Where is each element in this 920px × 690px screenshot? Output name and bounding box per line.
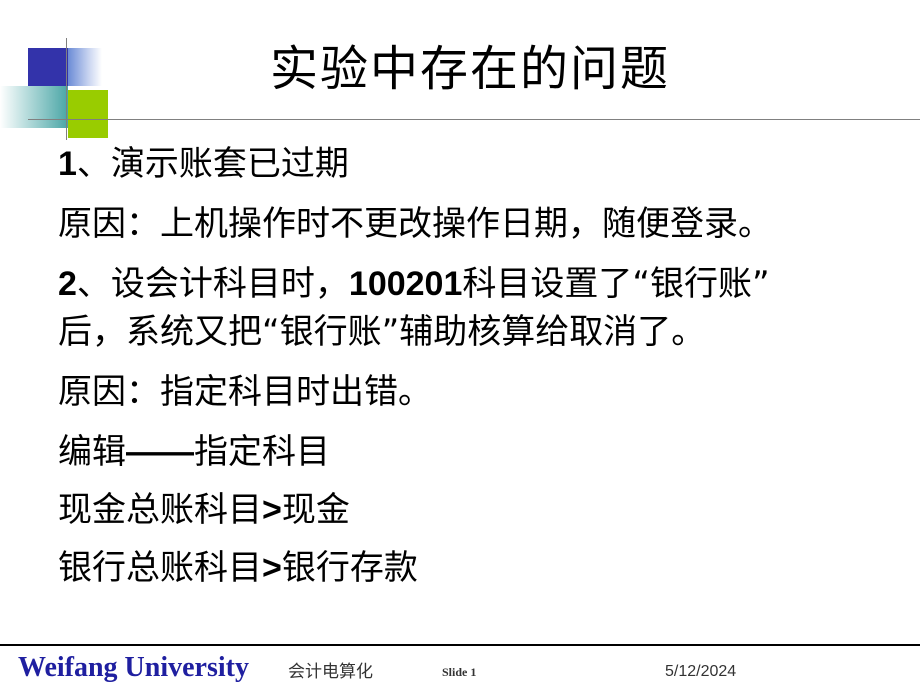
body-line-6: 编辑——指定科目 xyxy=(58,428,330,476)
line-number: 2 xyxy=(58,265,77,303)
line-text-cont: 现金 xyxy=(281,490,350,530)
body-line-5: 原因：指定科目时出错。 xyxy=(58,368,432,416)
footer-course-name: 会计电算化 xyxy=(288,662,373,682)
decor-vertical-line xyxy=(66,38,67,140)
arrow-separator: > xyxy=(262,549,282,587)
decor-square-teal xyxy=(0,86,68,128)
line-number: 1 xyxy=(58,145,77,183)
dash-separator: —— xyxy=(126,433,194,471)
body-line-7: 现金总账科目>现金 xyxy=(58,486,350,534)
decor-square-blue xyxy=(28,48,68,90)
line-text: 、设会计科目时， xyxy=(76,264,349,304)
footer-university: Weifang University xyxy=(18,652,249,683)
footer-divider xyxy=(0,644,920,646)
slide-title: 实验中存在的问题 xyxy=(269,41,670,97)
line-text: 原因：上机操作时不更改操作日期，随便登录。 xyxy=(58,204,772,244)
line-text: 、演示账套已过期 xyxy=(76,144,349,184)
line-text: 银行总账科目 xyxy=(58,548,262,588)
account-code: 100201 xyxy=(348,265,463,303)
decor-square-green xyxy=(68,90,108,138)
body-line-4: 后，系统又把“银行账”辅助核算给取消了。 xyxy=(58,308,705,356)
body-line-1: 1、演示账套已过期 xyxy=(58,140,349,188)
line-text: 原因：指定科目时出错。 xyxy=(58,372,432,412)
arrow-separator: > xyxy=(262,491,282,529)
title-divider xyxy=(28,119,920,120)
body-line-3: 2、设会计科目时，100201科目设置了“银行账” xyxy=(58,260,770,308)
body-line-8: 银行总账科目>银行存款 xyxy=(58,544,418,592)
line-text: 编辑 xyxy=(58,432,126,472)
footer-date: 5/12/2024 xyxy=(665,663,737,680)
line-text-cont: 科目设置了“银行账” xyxy=(462,264,770,304)
line-text-cont: 指定科目 xyxy=(194,432,330,472)
line-text: 现金总账科目 xyxy=(58,490,262,530)
line-text-cont: 银行存款 xyxy=(281,548,418,588)
footer-slide-number: Slide 1 xyxy=(442,665,477,679)
decor-square-light-blue xyxy=(68,48,102,86)
line-text: 后，系统又把“银行账”辅助核算给取消了。 xyxy=(58,312,706,352)
body-line-2: 原因：上机操作时不更改操作日期，随便登录。 xyxy=(58,200,772,248)
